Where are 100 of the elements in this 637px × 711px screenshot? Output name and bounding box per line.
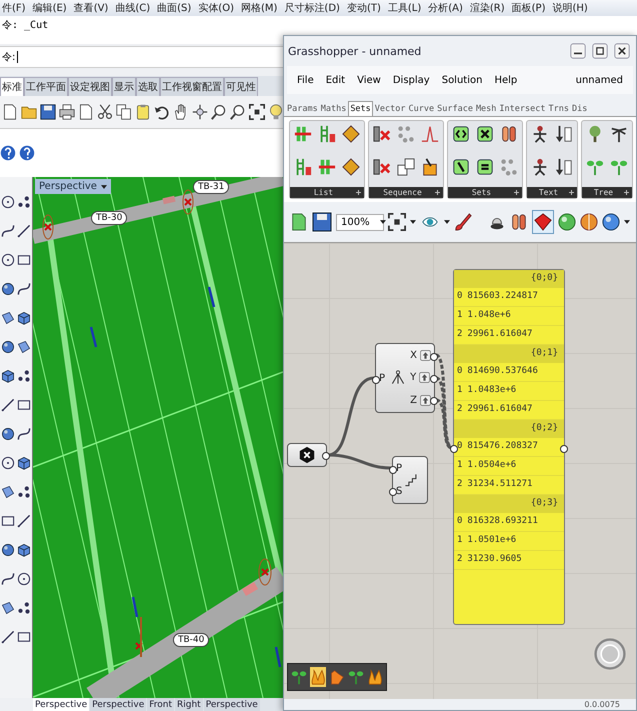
surface-icon[interactable] bbox=[1, 310, 15, 324]
menu-item[interactable]: File bbox=[297, 74, 314, 86]
menu-item[interactable]: Display bbox=[392, 74, 430, 86]
menu-item[interactable]: 编辑(E) bbox=[32, 1, 67, 15]
navigation-ring-icon[interactable] bbox=[594, 638, 626, 670]
menu-item[interactable]: 工具(L) bbox=[388, 1, 422, 15]
circle-icon[interactable] bbox=[1, 252, 15, 266]
menu-item[interactable]: 实体(O) bbox=[198, 1, 234, 15]
menu-item[interactable]: Help bbox=[494, 74, 518, 86]
zoom-icon[interactable] bbox=[230, 104, 246, 120]
surface-icon[interactable] bbox=[17, 340, 31, 354]
cube-icon[interactable] bbox=[1, 368, 15, 382]
sphere-icon[interactable] bbox=[558, 213, 576, 231]
viewport-tab[interactable]: Perspective bbox=[204, 698, 260, 711]
box-icon[interactable] bbox=[421, 158, 439, 176]
toolbar-tab[interactable]: 显示 bbox=[112, 77, 136, 96]
viewport-tab[interactable]: Right bbox=[175, 698, 203, 711]
rectangle-icon[interactable] bbox=[17, 252, 31, 266]
file-icon[interactable] bbox=[290, 211, 308, 233]
sphere-icon[interactable] bbox=[602, 213, 620, 231]
bars-icon[interactable] bbox=[318, 158, 336, 176]
menu-item[interactable]: 变动(T) bbox=[346, 1, 381, 15]
input-grip[interactable] bbox=[389, 488, 397, 496]
zoom-dropdown[interactable]: 100% bbox=[336, 214, 384, 230]
menu-item[interactable]: View bbox=[357, 74, 381, 86]
help-icon[interactable] bbox=[0, 145, 16, 161]
points-icon[interactable] bbox=[17, 368, 31, 382]
component-node[interactable]: P X Y Z bbox=[375, 343, 435, 413]
circle-icon[interactable] bbox=[17, 572, 31, 586]
flames-icon[interactable] bbox=[367, 667, 383, 687]
curve-icon[interactable] bbox=[1, 572, 15, 586]
component-tab[interactable]: Mesh bbox=[474, 102, 498, 116]
points-icon[interactable] bbox=[17, 194, 31, 208]
squares-icon[interactable] bbox=[397, 158, 415, 176]
parameter-node[interactable] bbox=[287, 443, 327, 467]
help-icon[interactable] bbox=[19, 145, 35, 161]
sphere-icon[interactable] bbox=[1, 340, 15, 354]
component-tab[interactable]: Trns bbox=[547, 102, 570, 116]
minimize-button[interactable] bbox=[568, 43, 588, 59]
frame-icon[interactable] bbox=[388, 213, 406, 231]
diamond-icon[interactable] bbox=[342, 158, 360, 176]
palm-icon[interactable] bbox=[610, 125, 628, 143]
cross-icon[interactable] bbox=[476, 125, 494, 143]
surface-icon[interactable] bbox=[1, 600, 15, 614]
file-icon[interactable] bbox=[2, 104, 18, 120]
undo-icon[interactable] bbox=[154, 104, 170, 120]
frame-icon[interactable] bbox=[249, 104, 265, 120]
points-icon[interactable] bbox=[17, 484, 31, 498]
caret-icon[interactable] bbox=[410, 220, 416, 224]
caret-icon[interactable] bbox=[624, 220, 630, 224]
viewport-tab[interactable]: Perspective bbox=[90, 698, 146, 711]
component-tab[interactable]: Params bbox=[286, 102, 319, 116]
floppy-icon[interactable] bbox=[40, 104, 56, 120]
sphere-icon[interactable] bbox=[1, 282, 15, 296]
figure-icon[interactable] bbox=[531, 158, 549, 176]
toolbar-tab[interactable]: 可见性 bbox=[224, 77, 258, 96]
xmark-icon[interactable] bbox=[373, 158, 391, 176]
sphere-icon[interactable] bbox=[1, 426, 15, 440]
viewport-label[interactable]: Perspective bbox=[35, 179, 111, 194]
gem-icon[interactable] bbox=[534, 212, 552, 232]
plus-icon[interactable] bbox=[513, 189, 520, 196]
line-icon[interactable] bbox=[17, 224, 31, 238]
viewport-tab[interactable]: Front bbox=[147, 698, 174, 711]
menu-item[interactable]: 曲面(S) bbox=[157, 1, 192, 15]
line-icon[interactable] bbox=[1, 630, 15, 644]
menu-item[interactable]: 面板(P) bbox=[512, 1, 546, 15]
glove-icon[interactable] bbox=[329, 667, 345, 687]
sphere-icon[interactable] bbox=[1, 542, 15, 556]
line-icon[interactable] bbox=[1, 398, 15, 412]
caret-icon[interactable] bbox=[380, 220, 386, 224]
curve-icon[interactable] bbox=[17, 426, 31, 440]
circle-icon[interactable] bbox=[1, 456, 15, 470]
cube-icon[interactable] bbox=[17, 456, 31, 470]
close-button[interactable] bbox=[612, 43, 632, 59]
dots-icon[interactable] bbox=[500, 158, 518, 176]
component-node[interactable]: P S bbox=[392, 456, 428, 504]
component-tab[interactable]: Vector bbox=[374, 102, 407, 116]
cube-icon[interactable] bbox=[17, 542, 31, 556]
capsules-icon[interactable] bbox=[500, 125, 518, 143]
arrow-up-icon[interactable] bbox=[420, 350, 431, 361]
menu-item[interactable]: 说明(H) bbox=[552, 1, 588, 15]
printer-icon[interactable] bbox=[59, 104, 75, 120]
flames-icon[interactable] bbox=[310, 667, 326, 687]
wave-icon[interactable] bbox=[421, 125, 439, 143]
component-tab[interactable]: Intersect bbox=[498, 102, 546, 116]
folder-icon[interactable] bbox=[21, 104, 37, 120]
input-grip[interactable] bbox=[372, 376, 380, 384]
circle-icon[interactable] bbox=[1, 194, 15, 208]
menu-item[interactable]: Solution bbox=[442, 74, 482, 86]
surface-icon[interactable] bbox=[1, 484, 15, 498]
menu-item[interactable]: 尺寸标注(D) bbox=[284, 1, 340, 15]
menu-item[interactable]: 曲线(C) bbox=[115, 1, 150, 15]
capsules-icon[interactable] bbox=[510, 212, 528, 232]
output-grip[interactable] bbox=[322, 452, 330, 460]
output-grip[interactable] bbox=[430, 375, 438, 383]
menu-item[interactable]: 网格(M) bbox=[240, 1, 278, 15]
rectangle-icon[interactable] bbox=[17, 398, 31, 412]
slash-icon[interactable] bbox=[452, 158, 470, 176]
menu-item[interactable]: 渲染(R) bbox=[470, 1, 505, 15]
toolbar-tab[interactable]: 选取 bbox=[136, 77, 160, 96]
